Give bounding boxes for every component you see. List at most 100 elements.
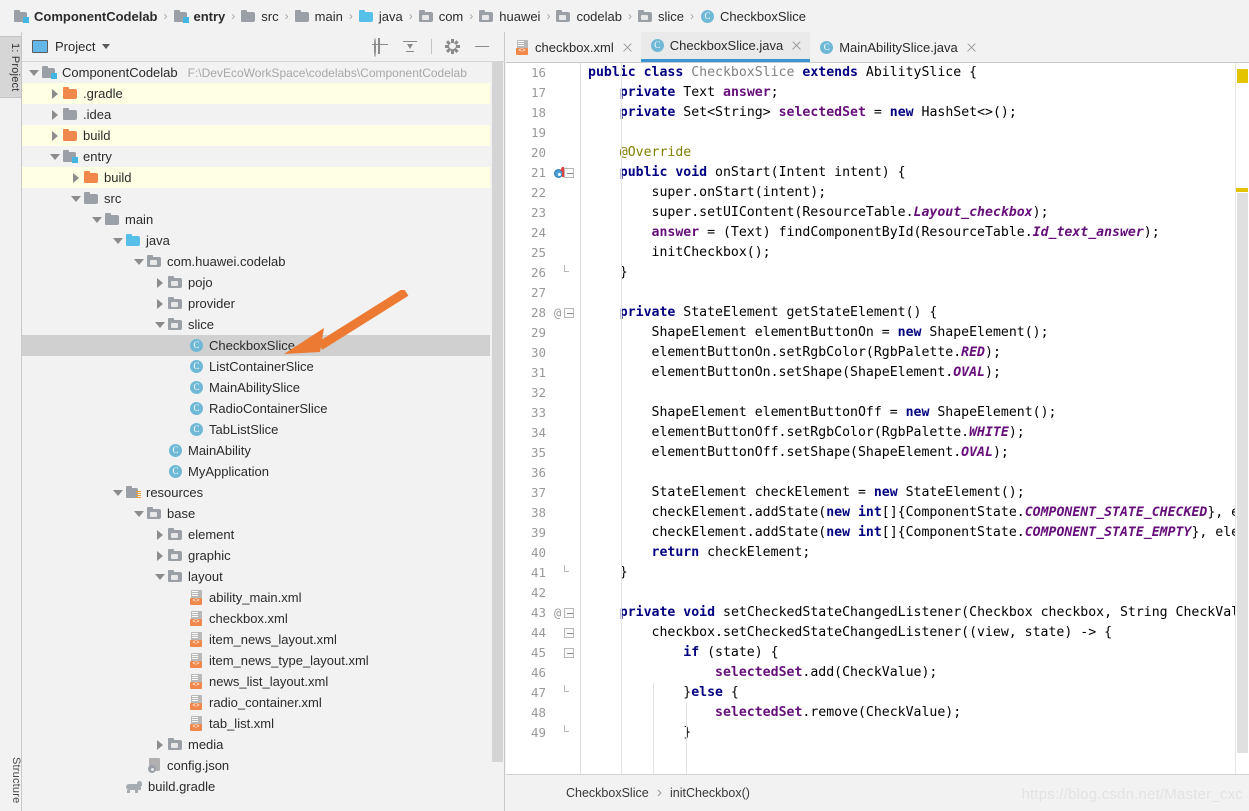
tree-item-provider[interactable]: provider	[22, 293, 490, 314]
code-line[interactable]: 33 ShapeElement elementButtonOff = new S…	[506, 403, 1249, 423]
tree-twisty-open-icon[interactable]	[112, 235, 123, 246]
tree-item-graphic[interactable]: graphic	[22, 545, 490, 566]
code-line[interactable]: 30 elementButtonOn.setRgbColor(RgbPalett…	[506, 343, 1249, 363]
tree-twisty-closed-icon[interactable]	[154, 529, 165, 540]
tree-item-mainabilityslice[interactable]: MainAbilitySlice	[22, 377, 490, 398]
tree-item-config-json[interactable]: config.json	[22, 755, 490, 776]
editor-tab-checkbox-xml[interactable]: checkbox.xml	[506, 32, 641, 62]
code-line[interactable]: 26 }	[506, 263, 1249, 283]
tree-item-element[interactable]: element	[22, 524, 490, 545]
gutter-annotation-marker[interactable]: @	[554, 303, 561, 323]
code-line[interactable]: 34 elementButtonOff.setRgbColor(RgbPalet…	[506, 423, 1249, 443]
code-line[interactable]: 32	[506, 383, 1249, 403]
close-icon[interactable]	[966, 42, 977, 53]
tree-item-item-news-layout-xml[interactable]: item_news_layout.xml	[22, 629, 490, 650]
tree-twisty-open-icon[interactable]	[133, 508, 144, 519]
code-line[interactable]: 39 checkElement.addState(new int[]{Compo…	[506, 523, 1249, 543]
code-line[interactable]: 19	[506, 123, 1249, 143]
code-line[interactable]: 45 if (state) {	[506, 643, 1249, 663]
breadcrumb-item-slice[interactable]: slice	[638, 0, 684, 32]
code-line[interactable]: 38 checkElement.addState(new int[]{Compo…	[506, 503, 1249, 523]
code-fold-end[interactable]	[564, 265, 569, 272]
tree-item-src[interactable]: src	[22, 188, 490, 209]
code-line[interactable]: 36	[506, 463, 1249, 483]
code-line[interactable]: 44 checkbox.setCheckedStateChangedListen…	[506, 623, 1249, 643]
project-tree-scrollbar[interactable]	[490, 62, 504, 811]
code-line[interactable]: 22 super.onStart(intent);	[506, 183, 1249, 203]
tree-item-radio-container-xml[interactable]: radio_container.xml	[22, 692, 490, 713]
tree-twisty-closed-icon[interactable]	[49, 130, 60, 141]
tree-item--idea[interactable]: .idea	[22, 104, 490, 125]
tree-item-main[interactable]: main	[22, 209, 490, 230]
tree-item-tablistslice[interactable]: TabListSlice	[22, 419, 490, 440]
breadcrumb-item-java[interactable]: java	[358, 0, 403, 32]
tree-twisty-open-icon[interactable]	[154, 319, 165, 330]
tree-item-componentcodelab[interactable]: ComponentCodelab F:\DevEcoWorkSpace\codel…	[22, 62, 490, 83]
close-icon[interactable]	[791, 40, 802, 51]
tree-item-com-huawei-codelab[interactable]: com.huawei.codelab	[22, 251, 490, 272]
collapse-all-icon[interactable]	[402, 39, 418, 55]
tree-item-item-news-type-layout-xml[interactable]: item_news_type_layout.xml	[22, 650, 490, 671]
breadcrumb-item-codelab[interactable]: codelab	[556, 0, 622, 32]
code-line[interactable]: 20 @Override	[506, 143, 1249, 163]
code-line[interactable]: 23 super.setUIContent(ResourceTable.Layo…	[506, 203, 1249, 223]
tool-window-tab-structure[interactable]: Structure	[0, 751, 22, 809]
code-fold-toggle[interactable]	[564, 168, 574, 178]
tree-item-checkbox-xml[interactable]: checkbox.xml	[22, 608, 490, 629]
chevron-down-icon[interactable]	[102, 44, 111, 49]
tree-twisty-closed-icon[interactable]	[49, 109, 60, 120]
code-line[interactable]: 43 @ private void setCheckedStateChangedL…	[506, 603, 1249, 623]
editor-tab-checkboxslice-java[interactable]: CheckboxSlice.java	[640, 32, 811, 62]
tree-item-mainability[interactable]: MainAbility	[22, 440, 490, 461]
tree-item-resources[interactable]: resources	[22, 482, 490, 503]
tree-twisty-closed-icon[interactable]	[154, 550, 165, 561]
tree-twisty-open-icon[interactable]	[112, 487, 123, 498]
code-line[interactable]: 24 answer = (Text) findComponentById(Res…	[506, 223, 1249, 243]
project-tree[interactable]: ComponentCodelab F:\DevEcoWorkSpace\codel…	[22, 62, 490, 811]
code-fold-end[interactable]	[564, 725, 569, 732]
code-line[interactable]: 46 selectedSet.add(CheckValue);	[506, 663, 1249, 683]
tree-item-java[interactable]: java	[22, 230, 490, 251]
breadcrumb-item-com[interactable]: com	[418, 0, 463, 32]
code-line[interactable]: 17 private Text answer;	[506, 83, 1249, 103]
code-line[interactable]: 40 return checkElement;	[506, 543, 1249, 563]
editor-marker-bar[interactable]	[1235, 63, 1249, 774]
tree-twisty-closed-icon[interactable]	[70, 172, 81, 183]
tree-item-base[interactable]: base	[22, 503, 490, 524]
close-icon[interactable]	[622, 42, 633, 53]
code-line[interactable]: 21 public void onStart(Intent intent) {	[506, 163, 1249, 183]
warning-marker[interactable]	[1237, 69, 1248, 83]
code-fold-end[interactable]	[564, 565, 569, 572]
tree-item-tab-list-xml[interactable]: tab_list.xml	[22, 713, 490, 734]
tree-twisty-closed-icon[interactable]	[154, 739, 165, 750]
tree-item--gradle[interactable]: .gradle	[22, 83, 490, 104]
tree-item-layout[interactable]: layout	[22, 566, 490, 587]
tree-item-build-gradle[interactable]: build.gradle	[22, 776, 490, 797]
code-line[interactable]: 42	[506, 583, 1249, 603]
breadcrumb-item-main[interactable]: main	[294, 0, 343, 32]
tree-twisty-open-icon[interactable]	[91, 214, 102, 225]
status-breadcrumb-item[interactable]: CheckboxSlice	[566, 786, 649, 800]
breadcrumb-item-componentcodelab[interactable]: ComponentCodelab	[14, 0, 158, 32]
tree-twisty-closed-icon[interactable]	[154, 298, 165, 309]
tree-item-slice[interactable]: slice	[22, 314, 490, 335]
breadcrumb-item-src[interactable]: src	[241, 0, 279, 32]
tree-twisty-open-icon[interactable]	[133, 256, 144, 267]
code-line[interactable]: 49 }	[506, 723, 1249, 743]
code-line[interactable]: 18 private Set<String> selectedSet = new…	[506, 103, 1249, 123]
tree-twisty-closed-icon[interactable]	[49, 88, 60, 99]
minimize-icon[interactable]	[474, 39, 490, 55]
code-line[interactable]: 28 @ private StateElement getStateElement…	[506, 303, 1249, 323]
tree-item-entry[interactable]: entry	[22, 146, 490, 167]
breadcrumb-item-huawei[interactable]: huawei	[479, 0, 540, 32]
breadcrumb-item-entry[interactable]: entry	[173, 0, 225, 32]
code-line[interactable]: 48 selectedSet.remove(CheckValue);	[506, 703, 1249, 723]
breadcrumb-item-checkboxslice[interactable]: CheckboxSlice	[700, 0, 806, 32]
tree-item-checkboxslice[interactable]: CheckboxSlice	[22, 335, 490, 356]
tree-item-myapplication[interactable]: MyApplication	[22, 461, 490, 482]
tree-twisty-open-icon[interactable]	[49, 151, 60, 162]
tree-item-media[interactable]: media	[22, 734, 490, 755]
tree-item-build[interactable]: build	[22, 125, 490, 146]
tree-item-radiocontainerslice[interactable]: RadioContainerSlice	[22, 398, 490, 419]
tool-window-tab-project[interactable]: 1: Project	[0, 36, 22, 99]
